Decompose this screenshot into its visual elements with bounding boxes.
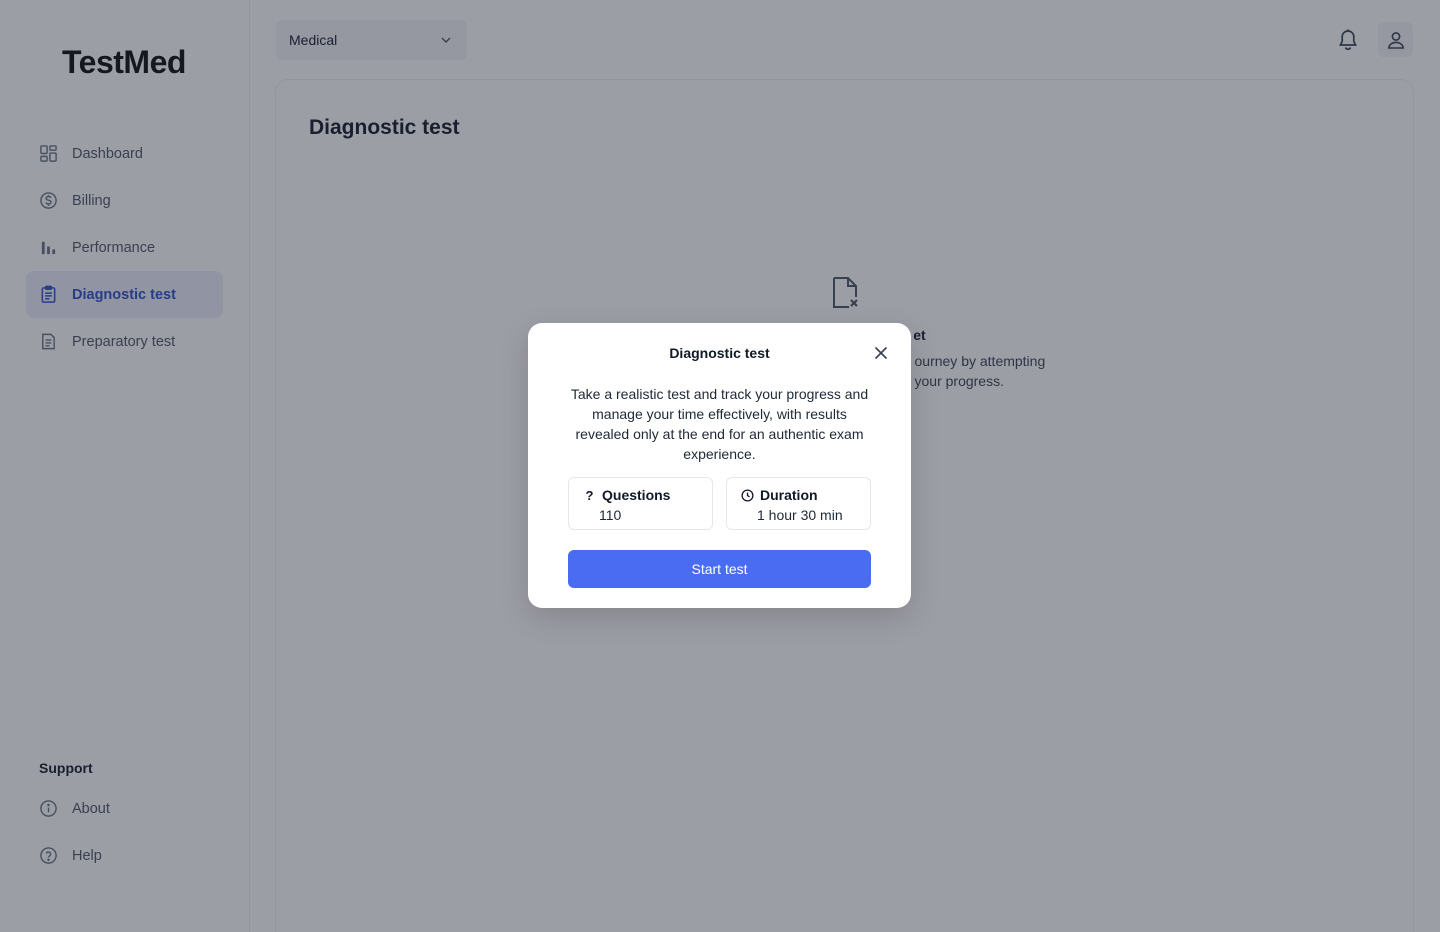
diagnostic-test-modal: Diagnostic test Take a realistic test an…	[528, 323, 911, 608]
duration-value: 1 hour 30 min	[757, 507, 843, 523]
close-button[interactable]	[873, 345, 889, 361]
modal-description: Take a realistic test and track your pro…	[570, 386, 869, 462]
duration-card-header: Duration	[741, 487, 818, 503]
close-icon	[874, 346, 888, 360]
start-test-button[interactable]: Start test	[568, 550, 871, 588]
question-mark-icon: ?	[585, 487, 594, 503]
questions-card: ? Questions 110	[568, 477, 713, 530]
clock-icon	[741, 488, 754, 502]
questions-card-header: ? Questions	[583, 487, 671, 503]
duration-card: Duration 1 hour 30 min	[726, 477, 871, 530]
modal-title: Diagnostic test	[669, 345, 770, 361]
questions-label: Questions	[602, 487, 671, 503]
duration-label: Duration	[760, 487, 818, 503]
questions-value: 110	[599, 507, 622, 523]
